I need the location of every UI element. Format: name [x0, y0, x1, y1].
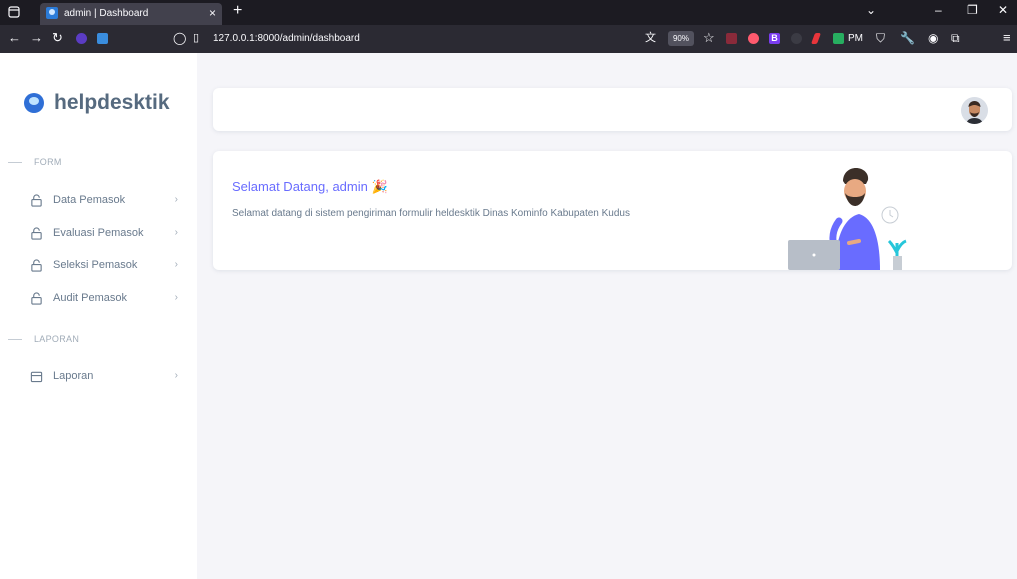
sidebar-item-audit-pemasok[interactable]: Audit Pemasok › — [30, 288, 180, 308]
lock-icon — [31, 258, 42, 272]
brand[interactable]: helpdesktik — [24, 91, 170, 115]
extension-icon[interactable] — [833, 33, 844, 44]
bootstrap-extension-icon[interactable]: B — [769, 33, 780, 44]
minimize-button[interactable]: – — [935, 3, 942, 17]
welcome-title: Selamat Datang, admin 🎉 — [232, 179, 388, 194]
section-header-laporan: LAPORAN — [0, 334, 79, 344]
browser-tab-dashboard[interactable]: admin | Dashboard × — [40, 3, 222, 25]
extension-icon[interactable] — [726, 33, 737, 44]
welcome-card: Selamat Datang, admin 🎉 Selamat datang d… — [213, 151, 1012, 270]
sidebar-item-laporan[interactable]: Laporan › — [30, 366, 180, 386]
sidebar: helpdesktik FORM Data Pemasok › Evaluasi… — [0, 53, 197, 579]
lock-icon — [31, 226, 42, 240]
list-all-tabs-icon[interactable]: ⌄ — [866, 3, 876, 17]
lock-icon — [31, 193, 42, 207]
shield-icon[interactable]: ◯ — [173, 31, 186, 45]
forward-icon[interactable]: → — [30, 31, 43, 45]
extension-icon[interactable] — [76, 33, 87, 44]
bookmark-star-icon[interactable]: ☆ — [703, 31, 715, 45]
brand-name: helpdesktik — [54, 91, 170, 114]
back-icon[interactable]: ← — [8, 31, 21, 45]
pm-extension-label[interactable]: PM — [848, 33, 863, 44]
github-extension-icon[interactable] — [791, 33, 802, 44]
reload-icon[interactable]: ↻ — [52, 31, 63, 45]
welcome-text: Selamat datang di sistem pengiriman form… — [232, 208, 630, 219]
chevron-right-icon: › — [174, 292, 178, 303]
tab-close-icon[interactable]: × — [209, 6, 216, 20]
url-bar[interactable]: 127.0.0.1:8000/admin/dashboard — [213, 33, 360, 44]
wrench-icon[interactable]: 🔧 — [900, 31, 915, 45]
chevron-right-icon: › — [174, 259, 178, 270]
sidebar-item-seleksi-pemasok[interactable]: Seleksi Pemasok › — [30, 255, 180, 275]
tab-title: admin | Dashboard — [64, 8, 149, 19]
menu-icon[interactable]: ≡ — [1003, 31, 1011, 45]
sidebar-item-data-pemasok[interactable]: Data Pemasok › — [30, 190, 180, 210]
section-header-form: FORM — [0, 157, 62, 167]
chevron-right-icon: › — [174, 370, 178, 381]
tab-list-icon[interactable] — [8, 6, 20, 18]
calendar-icon — [30, 371, 43, 382]
chevron-right-icon: › — [174, 194, 178, 205]
extension-icon[interactable] — [748, 33, 759, 44]
man-with-laptop-illustration — [788, 168, 907, 270]
sidebar-item-label: Seleksi Pemasok — [53, 259, 138, 271]
close-window-button[interactable]: ✕ — [998, 3, 1008, 17]
sidebar-item-label: Data Pemasok — [53, 194, 126, 206]
lock-icon — [31, 291, 42, 305]
sidebar-item-label: Audit Pemasok — [53, 292, 127, 304]
restore-button[interactable]: ❐ — [967, 3, 978, 17]
logo-icon — [24, 93, 44, 113]
new-tab-button[interactable]: + — [233, 2, 242, 20]
translate-icon[interactable]: 文 — [645, 31, 656, 45]
zoom-level[interactable]: 90% — [668, 31, 694, 46]
sidebar-item-label: Laporan — [53, 370, 94, 382]
sidebar-item-label: Evaluasi Pemasok — [53, 227, 144, 239]
account-icon[interactable]: ◉ — [928, 31, 938, 45]
extension-icon[interactable] — [810, 33, 822, 44]
browser-nav-bar: ← → ↻ ◯ ▯ 127.0.0.1:8000/admin/dashboard… — [0, 25, 1017, 53]
extensions-icon[interactable]: ⧉ — [951, 31, 960, 45]
user-avatar-icon — [961, 97, 988, 124]
sidebar-item-evaluasi-pemasok[interactable]: Evaluasi Pemasok › — [30, 223, 180, 243]
avatar[interactable] — [961, 97, 988, 124]
browser-tab-bar: admin | Dashboard × + ⌄ – ❐ ✕ — [0, 0, 1017, 25]
favicon-icon — [46, 7, 58, 19]
page-icon: ▯ — [193, 32, 200, 44]
top-navbar — [213, 88, 1012, 131]
chevron-right-icon: › — [174, 227, 178, 238]
pocket-icon[interactable]: ⛉ — [876, 31, 885, 45]
extension-icon[interactable] — [97, 33, 108, 44]
